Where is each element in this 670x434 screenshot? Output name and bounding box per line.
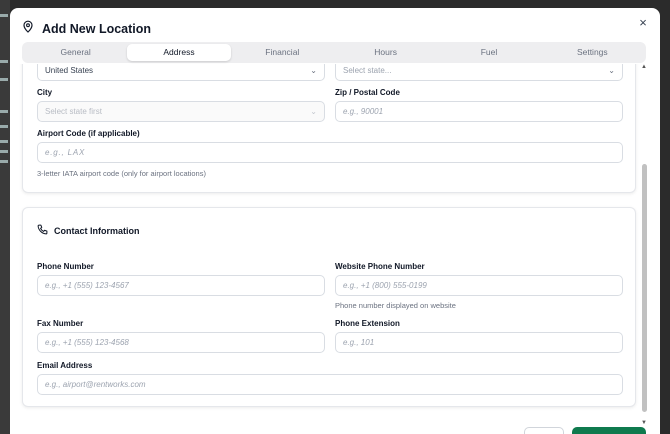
- scroll-up-icon[interactable]: ▲: [641, 64, 647, 70]
- airport-code-help: 3-letter IATA airport code (only for air…: [37, 169, 206, 178]
- modal-scroll-content[interactable]: United States ⌄ Select state... ⌄ City S…: [10, 64, 660, 434]
- contact-section-label: Contact Information: [54, 225, 140, 236]
- phone-extension-label: Phone Extension: [335, 319, 400, 328]
- website-phone-label: Website Phone Number: [335, 262, 425, 271]
- fax-number-label: Fax Number: [37, 319, 84, 328]
- close-icon[interactable]: ×: [636, 16, 650, 30]
- chevron-down-icon: ⌄: [608, 66, 615, 75]
- country-select[interactable]: United States ⌄: [37, 64, 325, 81]
- scroll-down-icon[interactable]: ▼: [641, 420, 647, 426]
- modal-header: Add New Location ×: [10, 8, 660, 44]
- scrollbar-thumb[interactable]: [642, 164, 647, 412]
- contact-section-title: Contact Information: [37, 224, 140, 237]
- airport-code-label: Airport Code (if applicable): [37, 129, 140, 138]
- cancel-button[interactable]: [524, 427, 564, 434]
- fax-number-input[interactable]: e.g., +1 (555) 123-4568: [37, 332, 325, 353]
- email-address-input[interactable]: e.g., airport@rentworks.com: [37, 374, 623, 395]
- tab-hours[interactable]: Hours: [334, 44, 437, 61]
- website-phone-help: Phone number displayed on website: [335, 301, 456, 310]
- state-placeholder: Select state...: [343, 66, 392, 75]
- tab-address[interactable]: Address: [127, 44, 231, 61]
- state-select[interactable]: Select state... ⌄: [335, 64, 623, 81]
- tab-financial[interactable]: Financial: [231, 44, 334, 61]
- create-location-button[interactable]: [572, 427, 646, 434]
- email-address-label: Email Address: [37, 361, 93, 370]
- phone-icon: [37, 224, 48, 237]
- map-pin-icon: [22, 20, 34, 38]
- modal-title-wrap: Add New Location: [22, 20, 151, 38]
- chevron-down-icon: ⌄: [310, 107, 317, 116]
- tab-fuel[interactable]: Fuel: [437, 44, 540, 61]
- tab-general[interactable]: General: [24, 44, 127, 61]
- chevron-down-icon: ⌄: [310, 66, 317, 75]
- city-select[interactable]: Select state first ⌄: [37, 101, 325, 122]
- background-app-strip: [0, 0, 10, 434]
- phone-extension-input[interactable]: e.g., 101: [335, 332, 623, 353]
- phone-number-label: Phone Number: [37, 262, 94, 271]
- zip-input[interactable]: e.g., 90001: [335, 101, 623, 122]
- country-value: United States: [45, 66, 94, 75]
- add-location-modal: Add New Location × General Address Finan…: [10, 8, 660, 434]
- address-card: United States ⌄ Select state... ⌄ City S…: [22, 64, 636, 193]
- tab-settings[interactable]: Settings: [541, 44, 644, 61]
- modal-scrollbar[interactable]: ▲ ▼: [641, 64, 648, 426]
- website-phone-input[interactable]: e.g., +1 (800) 555-0199: [335, 275, 623, 296]
- tab-bar: General Address Financial Hours Fuel Set…: [22, 42, 646, 63]
- zip-label: Zip / Postal Code: [335, 88, 400, 97]
- modal-title: Add New Location: [42, 22, 152, 36]
- airport-code-input[interactable]: e.g., LAX: [37, 142, 623, 163]
- city-label: City: [37, 88, 53, 97]
- phone-number-input[interactable]: e.g., +1 (555) 123-4567: [37, 275, 325, 296]
- city-placeholder: Select state first: [45, 107, 102, 116]
- contact-card: Contact Information Phone Number e.g., +…: [22, 207, 636, 407]
